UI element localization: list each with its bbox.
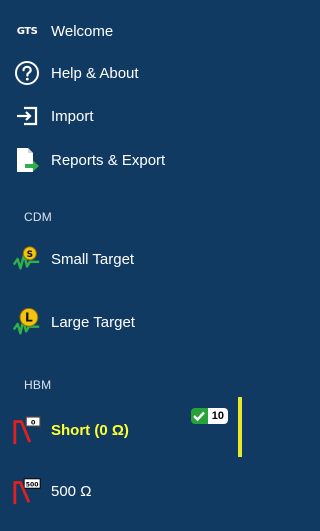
result-count: 10 [207,408,228,424]
large-target-icon-letter: L [25,311,33,325]
result-count-badge: 10 [190,408,228,424]
menu-item-welcome[interactable]: GTS Welcome [0,16,238,46]
menu-item-short-0-ohm-label: Short (0 Ω) [51,421,129,439]
gts-logo-text: GTS [16,25,38,37]
check-icon [190,408,208,424]
menu-item-help-about-label: Help & About [51,64,139,82]
menu-item-import[interactable]: Import [0,101,238,131]
import-icon [12,101,42,131]
small-target-icon-letter: S [27,250,33,260]
menu-item-500-ohm-label: 500 Ω [51,482,92,500]
navigation-panel: GTS Welcome Help & About Import Reports … [0,0,242,531]
small-target-icon: S [12,244,42,274]
document-export-icon [12,145,42,175]
short-resistor-value: 0 [31,419,36,427]
menu-item-reports-export-label: Reports & Export [51,151,166,169]
menu-item-welcome-label: Welcome [51,22,114,40]
menu-item-large-target-label: Large Target [51,313,135,331]
question-circle-icon [12,58,42,88]
short-resistor-icon: 0 [12,415,42,445]
resistor-500-icon: 500 [12,476,42,506]
menu-item-help-about[interactable]: Help & About [0,58,238,88]
menu-item-small-target-label: Small Target [51,250,135,268]
menu-item-500-ohm[interactable]: 500 500 Ω [0,474,238,508]
resistor-500-value: 500 [26,481,39,488]
menu-item-reports-export[interactable]: Reports & Export [0,144,238,176]
section-label-cdm: CDM [24,210,52,224]
selection-indicator [238,397,242,457]
menu-item-small-target[interactable]: S Small Target [0,242,238,276]
large-target-icon: L [12,307,42,337]
gts-logo-icon: GTS [12,16,42,46]
menu-item-import-label: Import [51,107,94,125]
menu-item-large-target[interactable]: L Large Target [0,304,238,340]
section-label-hbm: HBM [24,378,52,392]
